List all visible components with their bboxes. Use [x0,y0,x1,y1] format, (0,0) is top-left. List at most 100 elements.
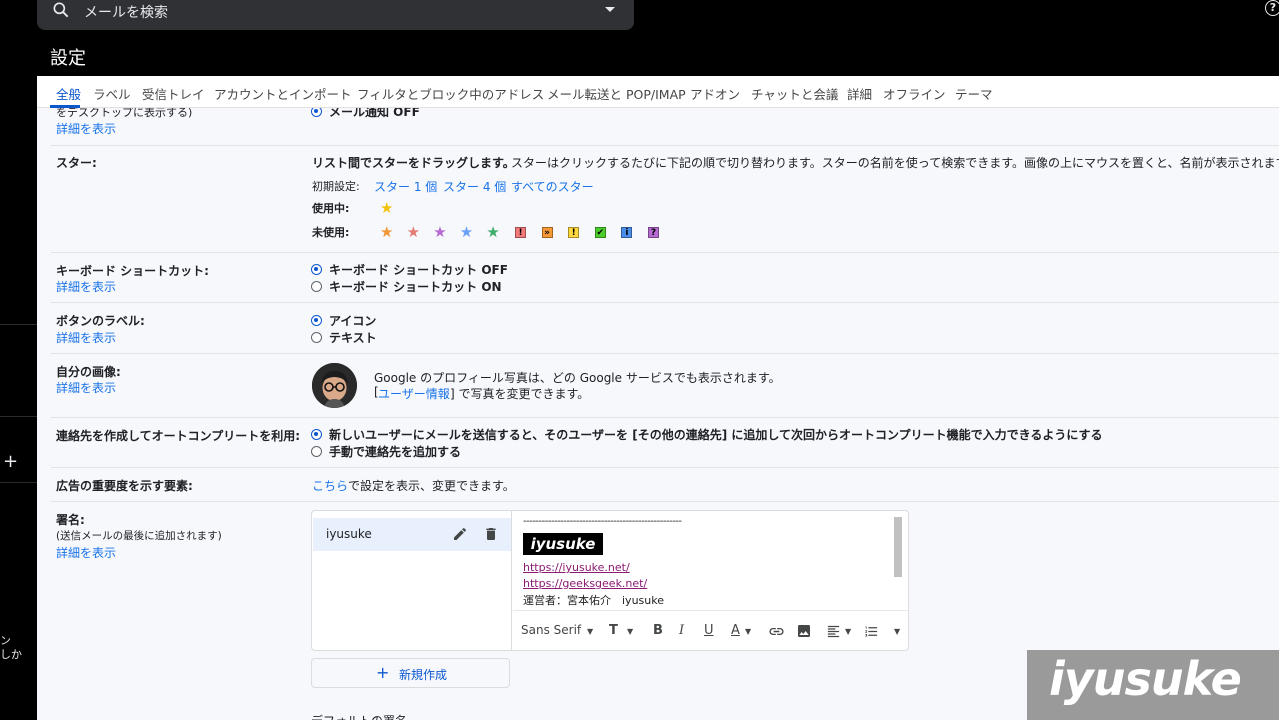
notify-details-link[interactable]: 詳細を表示 [56,120,116,137]
button-labels-label: ボタンのラベル: [56,314,145,328]
delete-icon[interactable] [483,526,499,542]
row-divider [51,145,1279,146]
yellow-bang-icon[interactable]: ! [568,227,580,238]
signature-label: 署名: [56,513,85,527]
signature-operator: 運営者：宮本佑介 iyusuke [523,594,664,607]
default-signature-label: デフォルトの署名 [311,712,407,720]
autocomplete-auto-radio[interactable] [311,429,322,440]
search-input[interactable]: メールを検索 [84,2,168,22]
row-divider [51,353,1279,354]
green-star-icon[interactable]: ★ [486,225,499,240]
stars-unused-label: 未使用: [312,226,350,239]
preset-4-stars-link[interactable]: スター 4 個 [443,178,506,195]
image-icon[interactable] [796,623,812,639]
new-signature-label: 新規作成 [399,668,448,682]
top-bar: メールを検索 ? [0,0,1279,36]
signature-scrollbar[interactable] [894,517,902,577]
numbered-list-icon[interactable] [864,624,879,639]
tab-themes[interactable]: テーマ [955,84,993,103]
shortcuts-on-label: キーボード ショートカット ON [329,280,502,294]
tab-filters-blocked[interactable]: フィルタとブロック中のアドレス [357,84,544,103]
my-picture-details-link[interactable]: 詳細を表示 [56,379,116,396]
button-labels-details-link[interactable]: 詳細を表示 [56,329,116,346]
signature-note: (送信メールの最後に追加されます) [56,530,222,542]
signature-editor[interactable]: ----------------------------------------… [513,511,909,650]
autocomplete-manual-radio[interactable] [311,446,322,457]
blue-info-icon[interactable]: i [621,227,633,238]
stars-preset-label: 初期設定: [312,180,360,193]
help-icon[interactable]: ? [1265,0,1279,16]
icon-label-radio[interactable] [311,315,322,326]
new-signature-button[interactable]: + 新規作成 [311,658,510,688]
edit-icon[interactable] [452,526,468,542]
text-color-dropdown-icon[interactable]: ▼ [745,627,751,636]
shortcuts-details-link[interactable]: 詳細を表示 [56,278,116,295]
icon-label-option: アイコン [329,314,377,328]
bold-icon[interactable]: B [653,623,663,638]
text-label-radio[interactable] [311,332,322,343]
signature-list-item[interactable]: iyusuke [313,518,511,551]
tab-forwarding-pop-imap[interactable]: メール転送と POP/IMAP [547,84,686,103]
autocomplete-manual-label: 手動で連絡先を追加する [329,445,462,459]
signature-logo: iyusuke [523,533,603,555]
user-info-link[interactable]: ユーザー情報 [378,385,450,402]
ads-label: 広告の重要度を示す要素: [56,479,193,493]
font-family-select[interactable]: Sans Serif [521,623,581,637]
rail-divider [0,416,37,417]
search-options-icon[interactable] [605,7,615,12]
text-color-icon[interactable]: A [731,623,740,638]
shortcuts-on-radio[interactable] [311,281,322,292]
purple-question-icon[interactable]: ? [648,227,659,238]
more-formatting-icon[interactable]: ▼ [894,627,900,636]
signature-content[interactable]: ----------------------------------------… [513,511,909,609]
green-check-icon[interactable]: ✔ [594,227,606,238]
font-size-icon[interactable]: T [609,623,618,638]
add-icon[interactable]: + [3,451,18,472]
search-bar[interactable]: メールを検索 [37,0,634,30]
tab-accounts-import[interactable]: アカウントとインポート [214,84,352,103]
stars-description: スターはクリックするたびに下記の順で切り替わります。スターの名前を使って検索でき… [511,156,1279,170]
stars-label: スター: [56,156,97,170]
left-rail: + ン しか [0,36,37,720]
tab-inbox[interactable]: 受信トレイ [142,84,205,103]
ads-settings-link[interactable]: こちら [312,477,348,494]
red-bang-icon[interactable]: ! [515,227,526,238]
shortcuts-off-label: キーボード ショートカット OFF [329,263,508,277]
font-family-dropdown-icon[interactable]: ▼ [587,627,593,636]
settings-tabs: 全般 ラベル 受信トレイ アカウントとインポート フィルタとブロック中のアドレス… [37,76,1279,108]
stars-description-bold: リスト間でスターをドラッグします。 [312,156,515,170]
rail-divider [0,482,37,483]
autocomplete-label: 連絡先を作成してオートコンプリートを利用: [56,429,301,443]
shortcuts-off-radio[interactable] [311,264,322,275]
picture-change-suffix: ] で写真を変更できます。 [450,387,590,401]
font-size-dropdown-icon[interactable]: ▼ [627,627,633,636]
preset-all-stars-link[interactable]: すべてのスター [511,178,594,195]
orange-star-icon[interactable]: ★ [380,225,393,240]
rail-text: ン しか [0,634,22,661]
blue-star-icon[interactable]: ★ [460,225,473,240]
signature-details-link[interactable]: 詳細を表示 [56,544,116,561]
search-icon[interactable] [51,0,71,20]
underline-icon[interactable]: U [704,623,714,638]
align-icon[interactable] [826,624,841,639]
preset-1-star-link[interactable]: スター 1 個 [374,178,437,195]
signature-url-1[interactable]: https://iyusuke.net/ [523,561,630,574]
settings-panel: をデスクトップに表示する) 詳細を表示 メール通知 OFF スター: リスト間で… [37,76,1279,720]
purple-star-icon[interactable]: ★ [433,225,446,240]
plus-icon: + [376,663,390,682]
tab-offline[interactable]: オフライン [883,84,946,103]
align-dropdown-icon[interactable]: ▼ [845,627,851,636]
signature-url-2[interactable]: https://geeksgeek.net/ [523,577,647,590]
yellow-star-icon[interactable]: ★ [380,201,393,216]
italic-icon[interactable]: I [679,623,684,638]
red-star-icon[interactable]: ★ [407,225,420,240]
tab-advanced[interactable]: 詳細 [847,84,872,103]
tab-general[interactable]: 全般 [56,84,81,103]
orange-guillemet-icon[interactable]: » [541,227,553,238]
tab-addons[interactable]: アドオン [690,84,740,103]
my-picture-label: 自分の画像: [56,365,121,379]
tab-chat-meet[interactable]: チャットと会議 [751,84,838,103]
link-icon[interactable] [768,623,785,640]
tab-labels[interactable]: ラベル [93,84,131,103]
avatar[interactable] [312,363,357,408]
